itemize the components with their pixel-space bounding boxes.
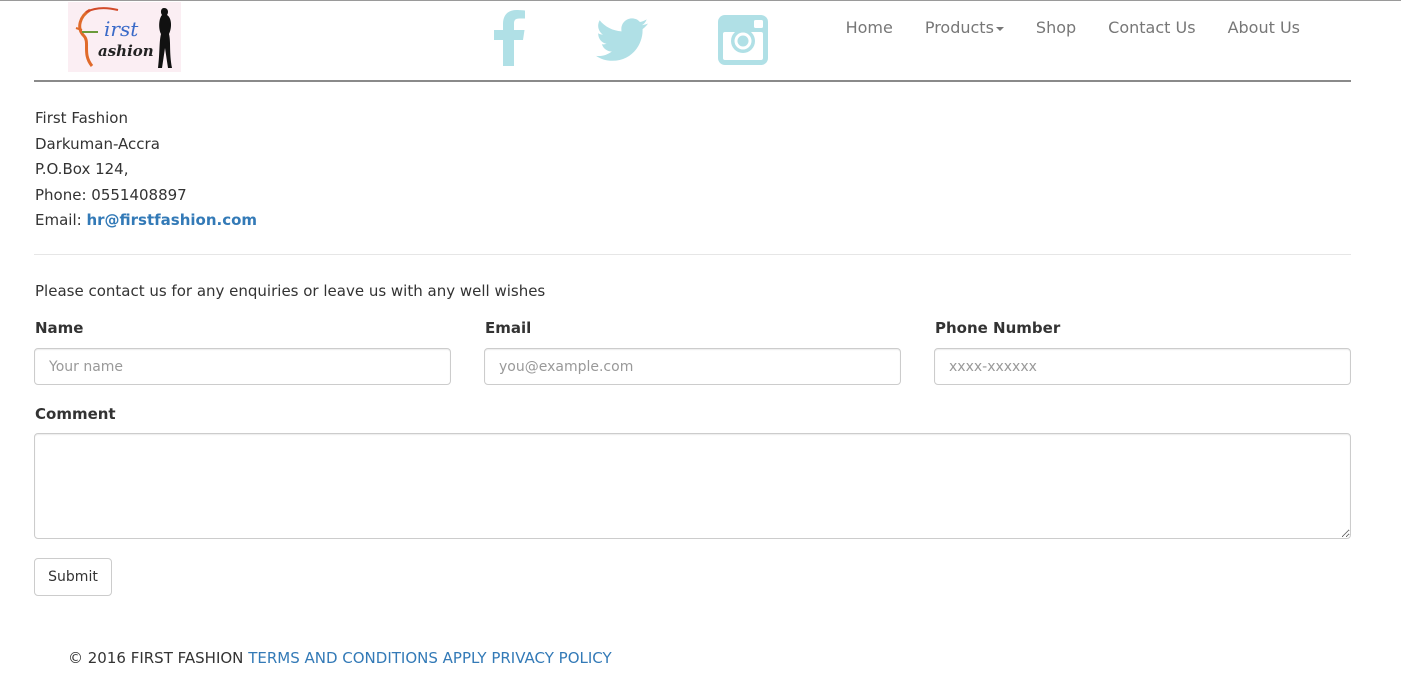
- nav-home[interactable]: Home: [830, 17, 909, 39]
- terms-link[interactable]: TERMS AND CONDITIONS APPLY: [248, 649, 486, 667]
- phone-input[interactable]: [934, 348, 1351, 385]
- section-divider: [34, 254, 1351, 255]
- form-intro: Please contact us for any enquiries or l…: [35, 282, 546, 300]
- nav-products-label: Products: [924, 18, 994, 37]
- address-location: Darkuman-Accra: [35, 134, 160, 153]
- caret-down-icon: [995, 26, 1004, 31]
- name-input[interactable]: [34, 348, 451, 385]
- twitter-icon: [596, 18, 648, 61]
- footer-copyright: © 2016 FIRST FASHION: [68, 649, 244, 667]
- address-email-row: Email: hr@firstfashion.com: [35, 208, 257, 234]
- facebook-link[interactable]: [492, 10, 526, 66]
- instagram-link[interactable]: [718, 15, 768, 71]
- logo-text-first: irst: [104, 17, 139, 41]
- logo-text-fashion: ashion: [98, 42, 154, 60]
- contact-address: First Fashion Darkuman-Accra P.O.Box 124…: [35, 106, 257, 234]
- email-link[interactable]: hr@firstfashion.com: [86, 211, 257, 229]
- instagram-icon: [718, 15, 768, 65]
- logo-image: irst ashion: [75, 7, 172, 68]
- email-input[interactable]: [484, 348, 901, 385]
- twitter-link[interactable]: [596, 18, 648, 74]
- address-phone: Phone: 0551408897: [35, 185, 187, 204]
- nav-about[interactable]: About Us: [1212, 17, 1300, 39]
- submit-button[interactable]: Submit: [34, 558, 112, 596]
- address-email-label: Email:: [35, 211, 82, 229]
- email-label: Email: [485, 319, 532, 337]
- facebook-icon: [494, 10, 525, 66]
- brand-logo[interactable]: irst ashion: [68, 2, 181, 72]
- comment-label: Comment: [35, 405, 116, 423]
- address-pobox: P.O.Box 124,: [35, 160, 129, 178]
- nav-products[interactable]: Products: [909, 17, 1020, 39]
- name-label: Name: [35, 319, 84, 337]
- address-company: First Fashion: [35, 109, 128, 127]
- comment-textarea[interactable]: [34, 433, 1351, 539]
- footer: © 2016 FIRST FASHION TERMS AND CONDITION…: [68, 648, 612, 668]
- top-border: [0, 0, 1401, 1]
- main-nav: Home Products Shop Contact Us About Us: [830, 17, 1300, 39]
- privacy-link[interactable]: PRIVACY POLICY: [491, 649, 611, 667]
- phone-label: Phone Number: [935, 319, 1061, 337]
- nav-contact[interactable]: Contact Us: [1092, 17, 1211, 39]
- nav-shop[interactable]: Shop: [1020, 17, 1092, 39]
- header-divider: [34, 80, 1351, 82]
